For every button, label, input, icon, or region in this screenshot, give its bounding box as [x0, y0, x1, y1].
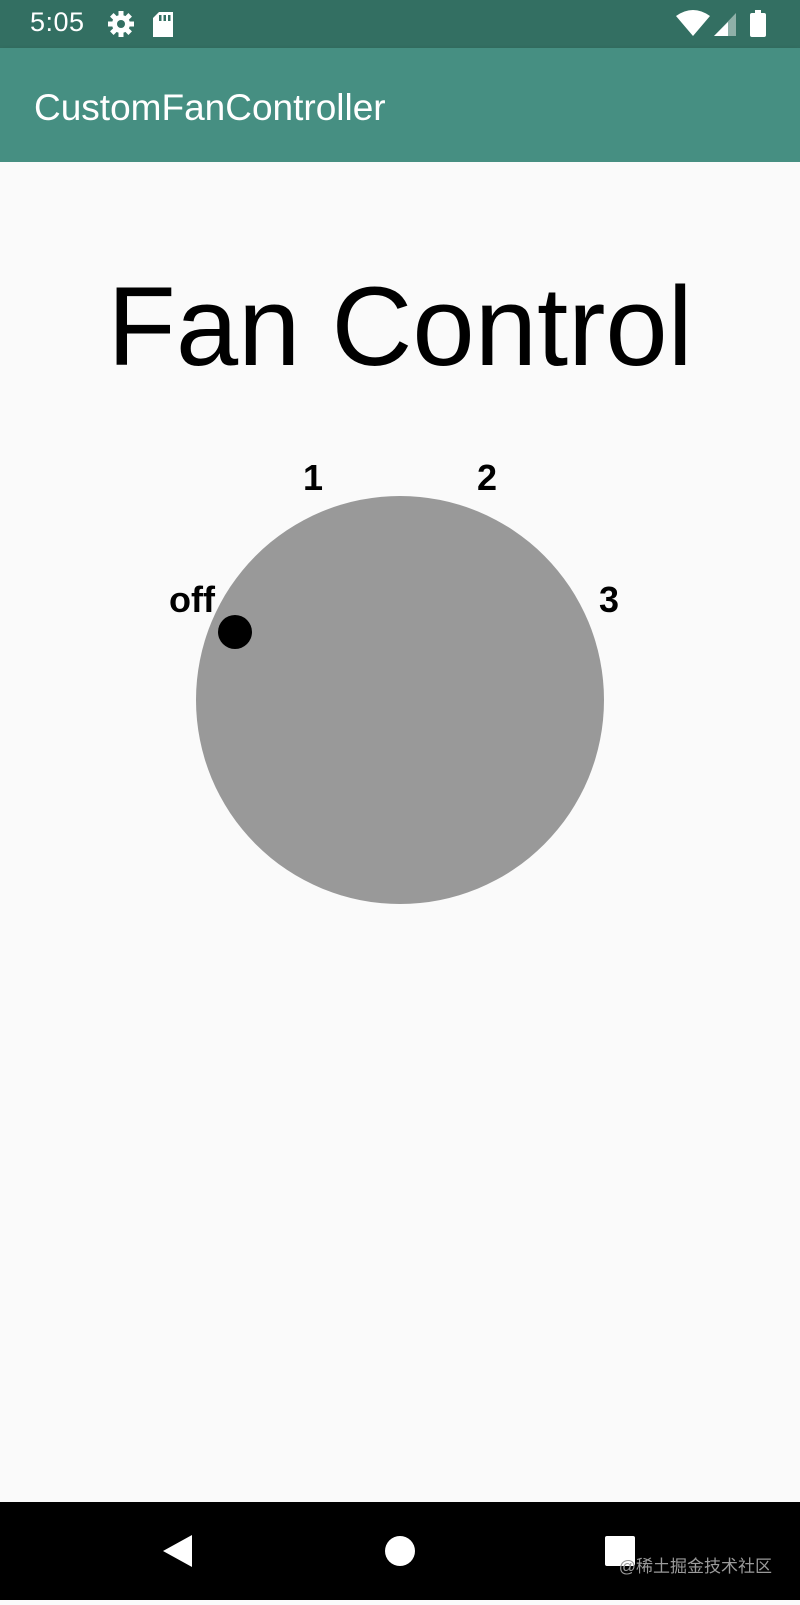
wifi-icon	[676, 10, 710, 36]
fan-dial[interactable]: off 1 2 3	[0, 162, 800, 1502]
navigation-bar	[0, 1502, 800, 1600]
status-bar: 5:05	[0, 0, 800, 48]
dial-label-3[interactable]: 3	[599, 579, 619, 620]
app-title: CustomFanController	[34, 87, 386, 128]
status-right-icons	[676, 10, 776, 45]
dial-label-2[interactable]: 2	[477, 457, 497, 498]
cellular-signal-icon	[714, 13, 736, 36]
sd-card-icon	[153, 12, 173, 37]
watermark: @稀土掘金技术社区	[618, 1557, 772, 1576]
status-left-icons	[107, 10, 187, 45]
back-icon[interactable]	[163, 1535, 192, 1567]
dial-label-1[interactable]: 1	[303, 457, 323, 498]
home-icon[interactable]	[385, 1536, 415, 1566]
battery-icon	[750, 10, 766, 37]
dial-indicator	[218, 615, 252, 649]
app-bar: CustomFanController	[0, 48, 800, 162]
status-time: 5:05	[30, 7, 85, 37]
main-content: Fan Control off 1 2 3	[0, 162, 800, 1502]
settings-icon	[108, 11, 134, 37]
dial-knob[interactable]	[196, 496, 604, 904]
dial-label-off[interactable]: off	[169, 579, 216, 620]
